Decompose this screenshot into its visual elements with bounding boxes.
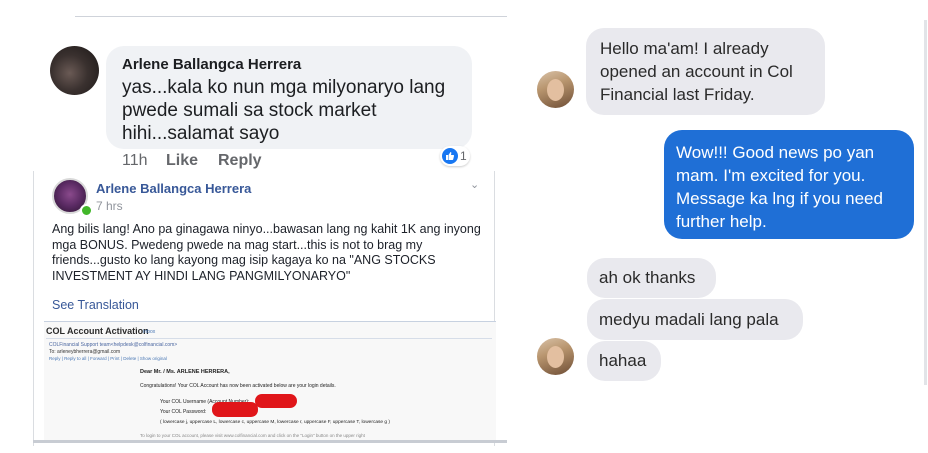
comment-like-button[interactable]: Like <box>166 152 218 170</box>
email-congrats: Congratulations! Your COL Account has no… <box>140 383 336 389</box>
message-bubble-incoming: Hello ma'am! I already opened an account… <box>586 28 825 115</box>
email-case-hint: ( lowercase j, uppercase L, lowercase c,… <box>160 420 391 425</box>
avatar-face <box>547 79 564 101</box>
post-time[interactable]: 7 hrs <box>96 199 123 213</box>
post-author[interactable]: Arlene Ballangca Herrera <box>96 181 251 196</box>
email-inbox-link: Inbox <box>143 329 156 335</box>
see-translation-link[interactable]: See Translation <box>52 298 139 312</box>
email-footer: To login to your COL account, please vis… <box>140 433 365 438</box>
panel-edge <box>924 20 927 385</box>
redaction-mark <box>255 394 297 408</box>
comment-author[interactable]: Arlene Ballangca Herrera <box>122 56 301 73</box>
comment-reply-button[interactable]: Reply <box>218 152 262 170</box>
email-divider <box>46 338 492 339</box>
post-bottom-bar <box>33 440 507 443</box>
comment-time[interactable]: 11h <box>122 152 166 170</box>
message-bubble-outgoing: Wow!!! Good news po yan mam. I'm excited… <box>664 130 914 239</box>
commenter-avatar[interactable] <box>50 46 99 95</box>
email-from: COLFinancial Support team<helpdesk@colfi… <box>49 342 178 348</box>
reaction-count: 1 <box>460 149 467 163</box>
contact-avatar[interactable] <box>537 338 574 375</box>
post-text: Ang bilis lang! Ano pa ginagawa ninyo...… <box>52 222 481 283</box>
email-to: To: arleneybherrera@gmail.com <box>49 349 121 355</box>
comment-text: yas...kala ko nun mga milyonaryo lang pw… <box>122 77 446 144</box>
comment-meta: 11h Like Reply <box>122 152 262 170</box>
reaction-pill[interactable]: 1 <box>440 146 470 166</box>
contact-avatar[interactable] <box>537 71 574 108</box>
thumbs-up-icon <box>442 148 458 164</box>
redaction-mark <box>212 402 258 417</box>
email-greeting: Dear Mr. / Ms. ARLENE HERRERA, <box>140 369 230 375</box>
email-title: COL Account Activation <box>46 326 149 336</box>
avatar-face <box>547 346 564 368</box>
message-bubble-incoming: hahaa <box>587 341 661 381</box>
message-bubble-incoming: medyu madali lang pala <box>587 299 803 340</box>
email-password-label: Your COL Password: <box>160 409 207 415</box>
email-actions: Reply | Reply to all | Forward | Print |… <box>49 356 167 361</box>
online-status-dot <box>80 204 93 217</box>
chevron-down-icon[interactable]: ⌄ <box>470 178 479 191</box>
top-divider <box>75 16 507 17</box>
message-bubble-incoming: ah ok thanks <box>587 258 716 298</box>
